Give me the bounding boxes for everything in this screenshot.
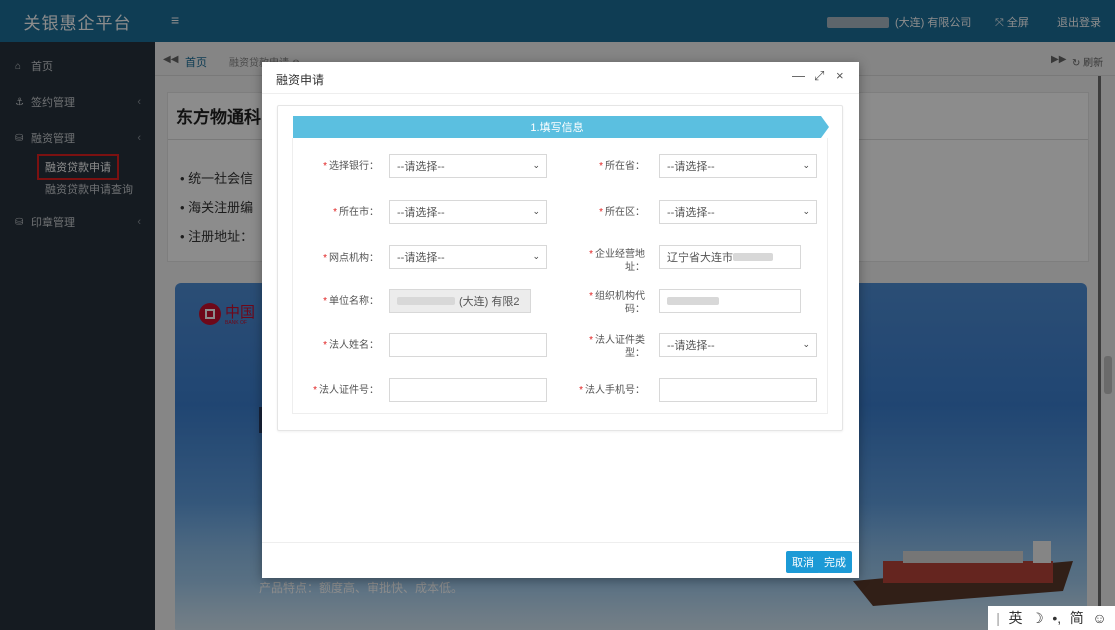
ime-separator: | [996, 610, 1000, 626]
legal-name-label: * 法人姓名： [323, 340, 379, 351]
address-field[interactable]: 辽宁省大连市 [659, 245, 801, 269]
form-panel: 1.填写信息 * 选择银行： --请选择-- ⌄ * 所在省： --请选择-- ⌄ … [277, 105, 843, 431]
branch-label: * 网点机构： [323, 253, 379, 264]
chevron-down-icon: ⌄ [532, 160, 540, 170]
redacted-text [733, 253, 773, 261]
bank-label: * 选择银行： [323, 161, 379, 172]
legal-id-type-label: * 法人证件类型： [589, 335, 645, 359]
unit-name-label: * 单位名称： [323, 296, 379, 307]
unit-name-field: (大连) 有限2 [389, 289, 531, 313]
emoji-icon[interactable]: ☺ [1092, 610, 1106, 626]
branch-select[interactable]: --请选择-- ⌄ [389, 245, 547, 269]
district-label: * 所在区： [599, 207, 645, 218]
ime-language-toggle[interactable]: 英 [1009, 608, 1023, 628]
legal-id-no-input[interactable] [389, 378, 547, 402]
chevron-down-icon: ⌄ [532, 206, 540, 216]
punctuation-icon[interactable]: •, [1052, 610, 1061, 626]
province-label: * 所在省： [599, 161, 645, 172]
modal-body: 1.填写信息 * 选择银行： --请选择-- ⌄ * 所在省： --请选择-- ⌄ … [262, 94, 859, 542]
bank-select[interactable]: --请选择-- ⌄ [389, 154, 547, 178]
maximize-icon[interactable]: ⤢ [814, 68, 824, 84]
legal-phone-input[interactable] [659, 378, 817, 402]
modal-footer: 取消 完成 [262, 542, 859, 578]
chevron-down-icon: ⌄ [532, 251, 540, 261]
redacted-text [667, 297, 719, 305]
redacted-text [397, 297, 455, 305]
city-label: * 所在市： [333, 207, 379, 218]
ime-script-toggle[interactable]: 简 [1070, 608, 1084, 628]
modal-header: 融资申请 — ⤢ × [262, 62, 859, 94]
financing-modal: 融资申请 — ⤢ × 1.填写信息 * 选择银行： --请选择-- ⌄ * 所在省：… [262, 62, 859, 578]
chevron-down-icon: ⌄ [802, 339, 810, 349]
district-select[interactable]: --请选择-- ⌄ [659, 200, 817, 224]
city-select[interactable]: --请选择-- ⌄ [389, 200, 547, 224]
minimize-icon[interactable]: — [792, 68, 805, 83]
province-select[interactable]: --请选择-- ⌄ [659, 154, 817, 178]
legal-id-type-select[interactable]: --请选择-- ⌄ [659, 333, 817, 357]
finish-button[interactable]: 完成 [818, 551, 852, 573]
legal-name-input[interactable] [389, 333, 547, 357]
chevron-down-icon: ⌄ [802, 160, 810, 170]
chevron-down-icon: ⌄ [802, 206, 810, 216]
cancel-button[interactable]: 取消 [786, 551, 820, 573]
org-code-label: * 组织机构代码： [589, 291, 645, 315]
form-area: * 选择银行： --请选择-- ⌄ * 所在省： --请选择-- ⌄ * 所在市： -… [292, 138, 828, 414]
legal-phone-label: * 法人手机号： [579, 385, 645, 396]
legal-id-no-label: * 法人证件号： [313, 385, 379, 396]
ime-toolbar: | 英 ☽ •, 简 ☺ [988, 606, 1115, 630]
address-label: * 企业经营地址： [589, 249, 645, 273]
org-code-field[interactable] [659, 289, 801, 313]
modal-title: 融资申请 [276, 73, 325, 87]
moon-icon[interactable]: ☽ [1031, 610, 1044, 627]
step-indicator: 1.填写信息 [293, 116, 829, 138]
close-icon[interactable]: × [836, 68, 844, 83]
